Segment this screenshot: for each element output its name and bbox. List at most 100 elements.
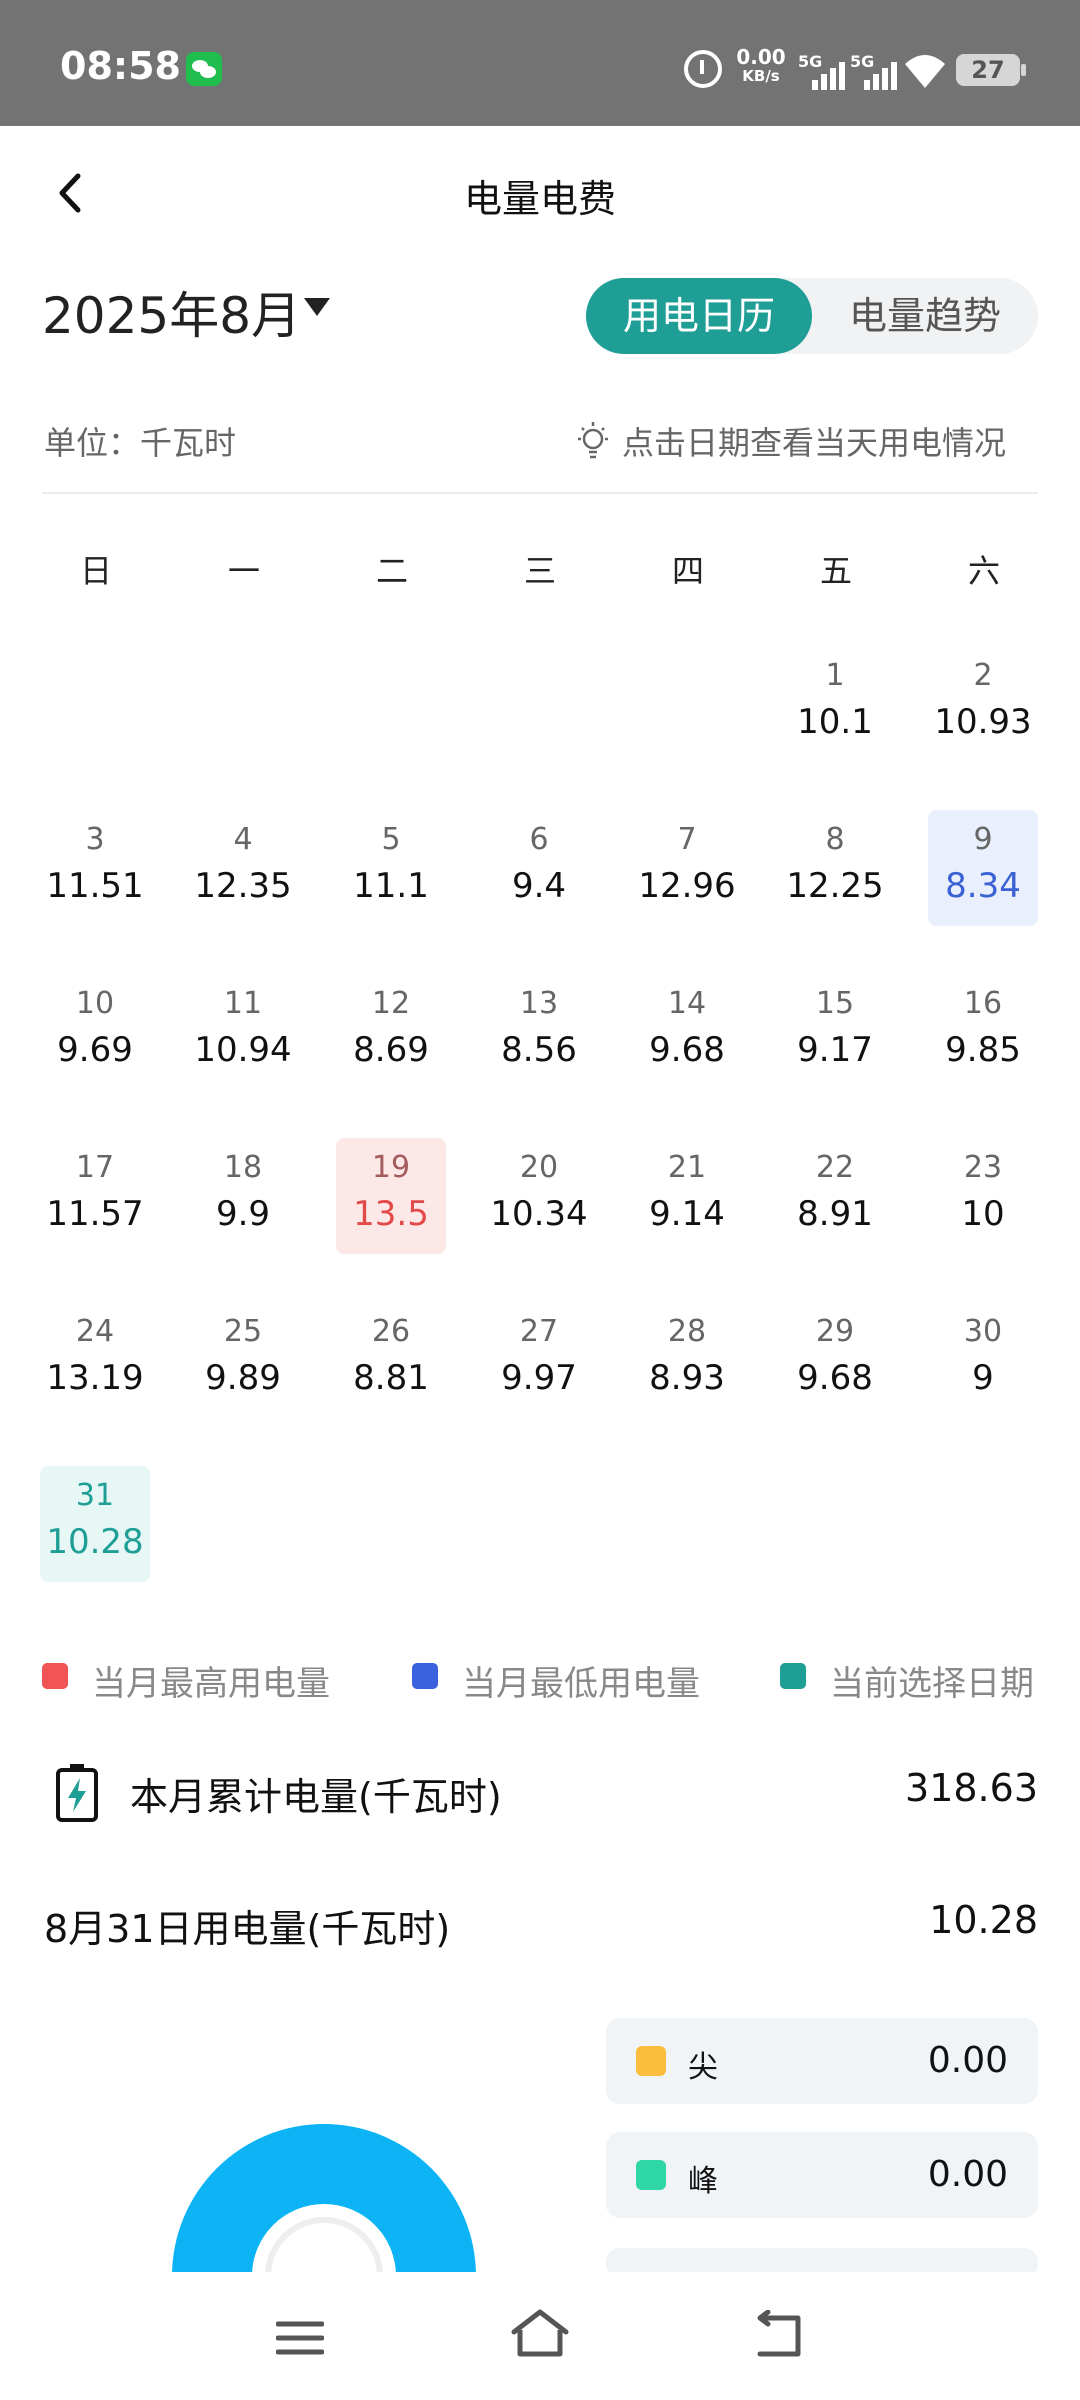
calendar-day[interactable]: 9 8.34 (928, 810, 1038, 926)
day-usage: 8.56 (501, 1030, 577, 1070)
calendar-day[interactable]: 18 9.9 (188, 1138, 298, 1254)
day-usage: 8.34 (945, 866, 1021, 906)
day-number: 31 (75, 1478, 115, 1513)
day-number: 7 (677, 822, 697, 857)
day-usage: 8.93 (649, 1358, 725, 1398)
calendar-day[interactable]: 19 13.5 (336, 1138, 446, 1254)
page-title: 电量电费 (463, 177, 616, 221)
tou-label: 尖 (688, 2050, 718, 2085)
caret-down-icon[interactable] (304, 298, 330, 316)
calendar-day[interactable]: 15 9.17 (780, 974, 890, 1090)
battery-icon: 27 (956, 54, 1026, 86)
view-toggle: 用电日历 电量趋势 (586, 278, 1038, 354)
alarm-icon (684, 50, 722, 88)
back-icon[interactable] (752, 2310, 804, 2360)
weekday-header: 二 (375, 552, 408, 590)
day-number: 24 (75, 1314, 115, 1349)
calendar-day[interactable]: 12 8.69 (336, 974, 446, 1090)
calendar-day[interactable]: 3 11.51 (40, 810, 150, 926)
day-usage: 10.1 (797, 702, 873, 742)
calendar-day[interactable]: 17 11.57 (40, 1138, 150, 1254)
tou-value: 0.00 (927, 2154, 1008, 2195)
day-usage: 10.94 (194, 1030, 292, 1070)
net-speed-unit: KB/s (742, 67, 780, 85)
day-usage: 13.19 (46, 1358, 144, 1398)
calendar-day[interactable]: 23 10 (928, 1138, 1038, 1254)
weekday-header: 五 (819, 552, 852, 590)
calendar-day[interactable]: 31 10.28 (40, 1466, 150, 1582)
calendar-day[interactable]: 16 9.85 (928, 974, 1038, 1090)
tou-value: 0.00 (927, 2040, 1008, 2081)
calendar-day[interactable]: 4 12.35 (188, 810, 298, 926)
day-usage: 9.14 (649, 1194, 725, 1234)
home-icon[interactable] (510, 2308, 570, 2360)
calendar-day[interactable]: 25 9.89 (188, 1302, 298, 1418)
calendar-day[interactable]: 13 8.56 (484, 974, 594, 1090)
day-number: 1 (825, 658, 845, 693)
day-number: 2 (973, 658, 993, 693)
wechat-icon (186, 52, 222, 86)
battery-charging-icon (56, 1764, 98, 1822)
calendar-day[interactable]: 28 8.93 (632, 1302, 742, 1418)
battery-level: 27 (971, 56, 1005, 84)
day-usage: 9 (972, 1358, 994, 1398)
calendar-day[interactable]: 5 11.1 (336, 810, 446, 926)
day-number: 6 (529, 822, 549, 857)
day-number: 19 (371, 1150, 411, 1185)
day-number: 29 (815, 1314, 855, 1349)
day-number: 16 (963, 986, 1003, 1021)
day-usage: 8.81 (353, 1358, 429, 1398)
calendar-day[interactable]: 8 12.25 (780, 810, 890, 926)
calendar-day[interactable]: 29 9.68 (780, 1302, 890, 1418)
calendar-day[interactable]: 27 9.97 (484, 1302, 594, 1418)
calendar-day[interactable]: 10 9.69 (40, 974, 150, 1090)
day-usage: 8.69 (353, 1030, 429, 1070)
day-number: 12 (371, 986, 411, 1021)
calendar-day[interactable]: 2 10.93 (928, 646, 1038, 762)
day-number: 4 (233, 822, 253, 857)
signal-label: 5G (850, 52, 875, 71)
calendar-day[interactable]: 7 12.96 (632, 810, 742, 926)
day-number: 22 (815, 1150, 855, 1185)
calendar-day[interactable]: 21 9.14 (632, 1138, 742, 1254)
day-number: 27 (519, 1314, 559, 1349)
day-number: 8 (825, 822, 845, 857)
calendar-day[interactable]: 22 8.91 (780, 1138, 890, 1254)
day-usage: 11.57 (46, 1194, 144, 1234)
net-speed-value: 0.00 (736, 45, 786, 69)
day-usage: 9.68 (797, 1358, 873, 1398)
day-number: 25 (223, 1314, 263, 1349)
status-time: 08:58 (60, 44, 181, 88)
day-usage: 10.28 (46, 1522, 144, 1562)
tou-label: 峰 (688, 2164, 718, 2199)
day-usage: 9.17 (797, 1030, 873, 1070)
calendar-day[interactable]: 14 9.68 (632, 974, 742, 1090)
day-number: 14 (667, 986, 707, 1021)
calendar-day[interactable]: 11 10.94 (188, 974, 298, 1090)
day-number: 15 (815, 986, 855, 1021)
tab-trend[interactable]: 电量趋势 (812, 278, 1038, 354)
calendar-day[interactable]: 30 9 (928, 1302, 1038, 1418)
calendar-day[interactable]: 6 9.4 (484, 810, 594, 926)
signal-label: 5G (798, 52, 823, 71)
day-number: 23 (963, 1150, 1003, 1185)
day-usage: 9.85 (945, 1030, 1021, 1070)
calendar-day[interactable]: 20 10.34 (484, 1138, 594, 1254)
day-usage: 9.4 (511, 866, 567, 906)
tou-card-sharp: 尖 0.00 (606, 2018, 1038, 2104)
calendar-day[interactable]: 26 8.81 (336, 1302, 446, 1418)
day-usage: 9.9 (215, 1194, 271, 1234)
calendar-day[interactable]: 24 13.19 (40, 1302, 150, 1418)
weekday-header: 一 (227, 552, 260, 590)
usage-gauge (172, 2124, 476, 2276)
day-number: 28 (667, 1314, 707, 1349)
month-selector[interactable]: 2025年8月 (42, 276, 301, 348)
day-usage: 10.34 (490, 1194, 588, 1234)
menu-icon[interactable] (276, 2318, 324, 2358)
day-number: 21 (667, 1150, 707, 1185)
calendar-day[interactable]: 1 10.1 (780, 646, 890, 762)
selected-day-value: 10.28 (929, 1898, 1038, 1942)
weekday-header: 四 (671, 552, 704, 590)
day-usage: 9.68 (649, 1030, 725, 1070)
tab-calendar[interactable]: 用电日历 (586, 278, 812, 354)
